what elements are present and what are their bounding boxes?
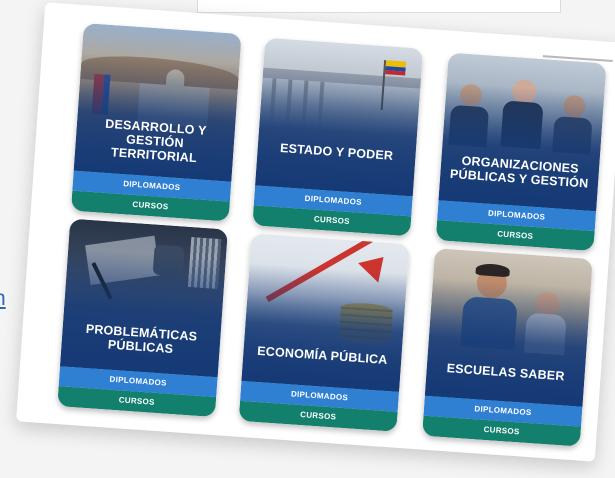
card-economia-publica[interactable]: ECONOMÍA PÚBLICA DIPLOMADOS CURSOS xyxy=(238,233,410,432)
card-escuelas-saber[interactable]: ESCUELAS SABER DIPLOMADOS CURSOS xyxy=(422,248,593,447)
card-desarrollo-territorial[interactable]: DESARROLLO Y GESTIÓN TERRITORIAL DIPLOMA… xyxy=(70,23,242,222)
top-search-box xyxy=(197,0,561,13)
card-overlay xyxy=(241,233,410,392)
card-overlay xyxy=(255,37,424,197)
card-organizaciones-publicas[interactable]: ORGANIZACIONES PÚBLICAS Y GESTIÓN DIPLOM… xyxy=(435,52,607,252)
side-link[interactable]: n xyxy=(0,287,6,311)
program-grid-panel: DESARROLLO Y GESTIÓN TERRITORIAL DIPLOMA… xyxy=(16,2,615,462)
card-estado-poder[interactable]: ESTADO Y PODER DIPLOMADOS CURSOS xyxy=(252,37,424,237)
card-problematicas-publicas[interactable]: PROBLEMÁTICAS PÚBLICAS DIPLOMADOS CURSOS xyxy=(57,218,228,418)
